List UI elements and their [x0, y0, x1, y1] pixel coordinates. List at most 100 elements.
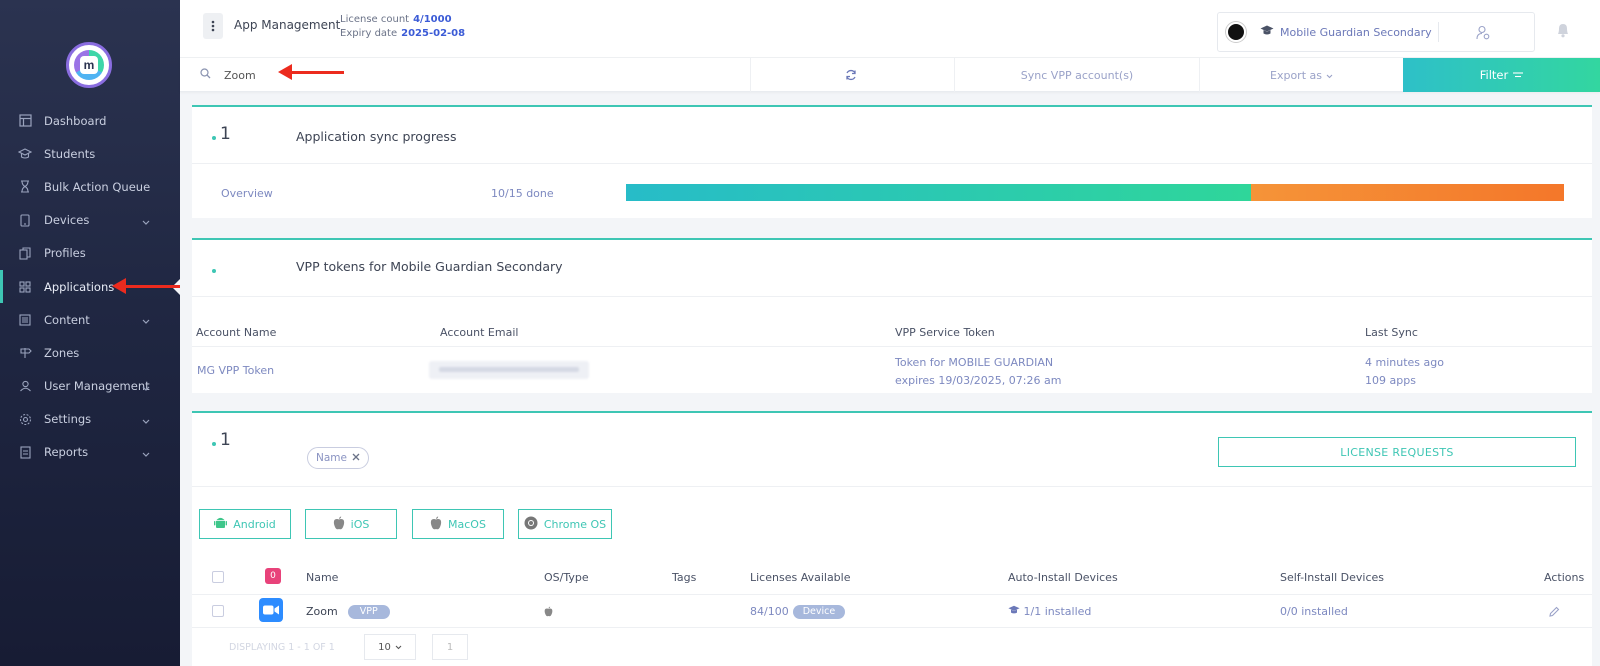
edit-pencil-icon[interactable] [1548, 606, 1560, 621]
sidebar-item-label: Profiles [44, 246, 86, 261]
vpp-tokens-card: VPP tokens for Mobile Guardian Secondary… [192, 238, 1592, 393]
bell-icon[interactable] [1556, 22, 1570, 41]
sidebar-item-label: Settings [44, 412, 92, 427]
sync-count: 1 [212, 124, 231, 144]
grid-icon [18, 280, 32, 294]
page-number-button[interactable]: 1 [432, 634, 468, 660]
sync-progress-fill [626, 184, 1252, 201]
chevron-down-icon [1326, 69, 1333, 82]
auto-install-devices[interactable]: 1/1 installed [1008, 605, 1091, 618]
filter-lines-icon [1513, 68, 1524, 82]
sidebar-item-bulk-action-queue[interactable]: Bulk Action Queue [0, 170, 180, 203]
apple-icon [333, 516, 345, 533]
chevron-down-icon [142, 414, 150, 428]
page-title: App Management [234, 18, 341, 32]
sidebar-item-label: Students [44, 146, 96, 161]
self-install-devices[interactable]: 0/0 installed [1280, 605, 1348, 618]
vpp-badge: VPP [347, 605, 390, 619]
sidebar-item-label: Zones [44, 345, 80, 360]
filter-chip-name[interactable]: Name [307, 447, 369, 469]
organization-switcher[interactable]: Mobile Guardian Secondary [1217, 12, 1535, 52]
chevron-down-icon [142, 314, 150, 328]
sync-progress-card: 1 Application sync progress Overview 10/… [192, 105, 1592, 218]
user-settings-icon[interactable] [1476, 25, 1490, 43]
column-header-self-install-devices[interactable]: Self-Install Devices [1280, 571, 1384, 584]
sync-progress-bar [626, 184, 1564, 201]
hourglass-icon [18, 180, 32, 194]
chevron-down-icon [142, 381, 150, 395]
sidebar-item-user-management[interactable]: User Management [0, 370, 180, 403]
chevron-down-icon [395, 642, 402, 653]
sidebar-item-label: Applications [44, 279, 115, 294]
list-icon [18, 313, 32, 327]
token-expiry: expires 19/03/2025, 07:26 am [895, 374, 1062, 387]
column-header-account-name[interactable]: Account Name [196, 326, 276, 339]
os-filter-macos[interactable]: MacOS [412, 509, 504, 539]
sidebar-item-label: Bulk Action Queue [44, 179, 151, 194]
license-requests-button[interactable]: LICENSE REQUESTS [1218, 437, 1576, 467]
mobile-guardian-logo[interactable]: m [66, 42, 112, 88]
column-header-last-sync[interactable]: Last Sync [1365, 326, 1418, 339]
toolbar: Sync VPP account(s) Export as Filter [180, 58, 1600, 92]
more-menu-button[interactable] [203, 13, 223, 39]
sidebar-item-dashboard[interactable]: Dashboard [0, 104, 180, 137]
copy-icon [18, 246, 32, 260]
expiry-date-label: Expiry date [340, 28, 398, 39]
top-header: App Management License count 4/1000 Expir… [180, 0, 1600, 58]
sidebar-item-content[interactable]: Content [0, 303, 180, 336]
filter-button[interactable]: Filter [1403, 58, 1600, 92]
annotation-arrow-applications [112, 278, 180, 294]
os-filter-ios[interactable]: iOS [305, 509, 397, 539]
column-header-tags[interactable]: Tags [672, 571, 696, 584]
users-icon [18, 379, 32, 393]
os-filter-chrome-os[interactable]: Chrome OS [518, 509, 612, 539]
column-header-licenses-available[interactable]: Licenses Available [750, 571, 851, 584]
app-name[interactable]: Zoom VPP [306, 605, 390, 619]
sync-progress-title: Application sync progress [296, 129, 457, 144]
graduation-cap-icon [18, 147, 32, 161]
page-size-select[interactable]: 10 [364, 634, 416, 660]
sidebar-item-devices[interactable]: Devices [0, 204, 180, 237]
sidebar-item-zones[interactable]: Zones [0, 336, 180, 369]
refresh-button[interactable] [750, 58, 950, 92]
column-header-name[interactable]: Name [306, 571, 338, 584]
export-as-label: Export as [1270, 68, 1322, 82]
os-filter-label: Android [233, 517, 276, 531]
sidebar-item-students[interactable]: Students [0, 137, 180, 170]
redacted-account-email [429, 361, 589, 379]
sidebar-item-label: Reports [44, 445, 89, 460]
chevron-down-icon [142, 215, 150, 229]
sync-vpp-button[interactable]: Sync VPP account(s) [954, 58, 1199, 92]
filter-label: Filter [1479, 68, 1509, 82]
zoom-app-icon [259, 598, 283, 622]
applications-count: 1 [212, 430, 231, 450]
organization-logo [1226, 22, 1246, 42]
sidebar-item-label: User Management [44, 379, 150, 394]
close-icon[interactable] [352, 452, 360, 464]
sidebar-item-label: Content [44, 312, 90, 327]
search-input[interactable] [224, 64, 424, 86]
column-header-os-type[interactable]: OS/Type [544, 571, 589, 584]
sidebar-item-reports[interactable]: Reports [0, 436, 180, 469]
token-name: Token for MOBILE GUARDIAN [895, 356, 1054, 369]
vpp-tokens-title: VPP tokens for Mobile Guardian Secondary [296, 259, 563, 274]
export-as-dropdown[interactable]: Export as [1199, 58, 1403, 92]
os-filter-android[interactable]: Android [199, 509, 291, 539]
overview-link[interactable]: Overview [221, 187, 273, 200]
select-all-checkbox[interactable] [212, 571, 224, 583]
license-count-value: 4/1000 [413, 14, 452, 25]
sidebar: m Dashboard Students Bulk Action Queue D… [0, 0, 180, 666]
row-checkbox[interactable] [212, 605, 224, 617]
pagination-summary: DISPLAYING 1 - 1 OF 1 [229, 642, 335, 653]
column-header-actions: Actions [1544, 571, 1585, 584]
column-header-account-email[interactable]: Account Email [440, 326, 518, 339]
sidebar-item-settings[interactable]: Settings [0, 403, 180, 436]
sidebar-item-label: Devices [44, 213, 90, 228]
column-header-vpp-service-token[interactable]: VPP Service Token [895, 326, 995, 339]
licenses-available: 84/100 Device [750, 605, 846, 619]
os-filter-label: iOS [350, 517, 370, 531]
column-header-auto-install-devices[interactable]: Auto-Install Devices [1008, 571, 1118, 584]
os-filter-label: MacOS [448, 517, 486, 531]
sidebar-item-profiles[interactable]: Profiles [0, 237, 180, 270]
vpp-account-name[interactable]: MG VPP Token [197, 362, 274, 380]
